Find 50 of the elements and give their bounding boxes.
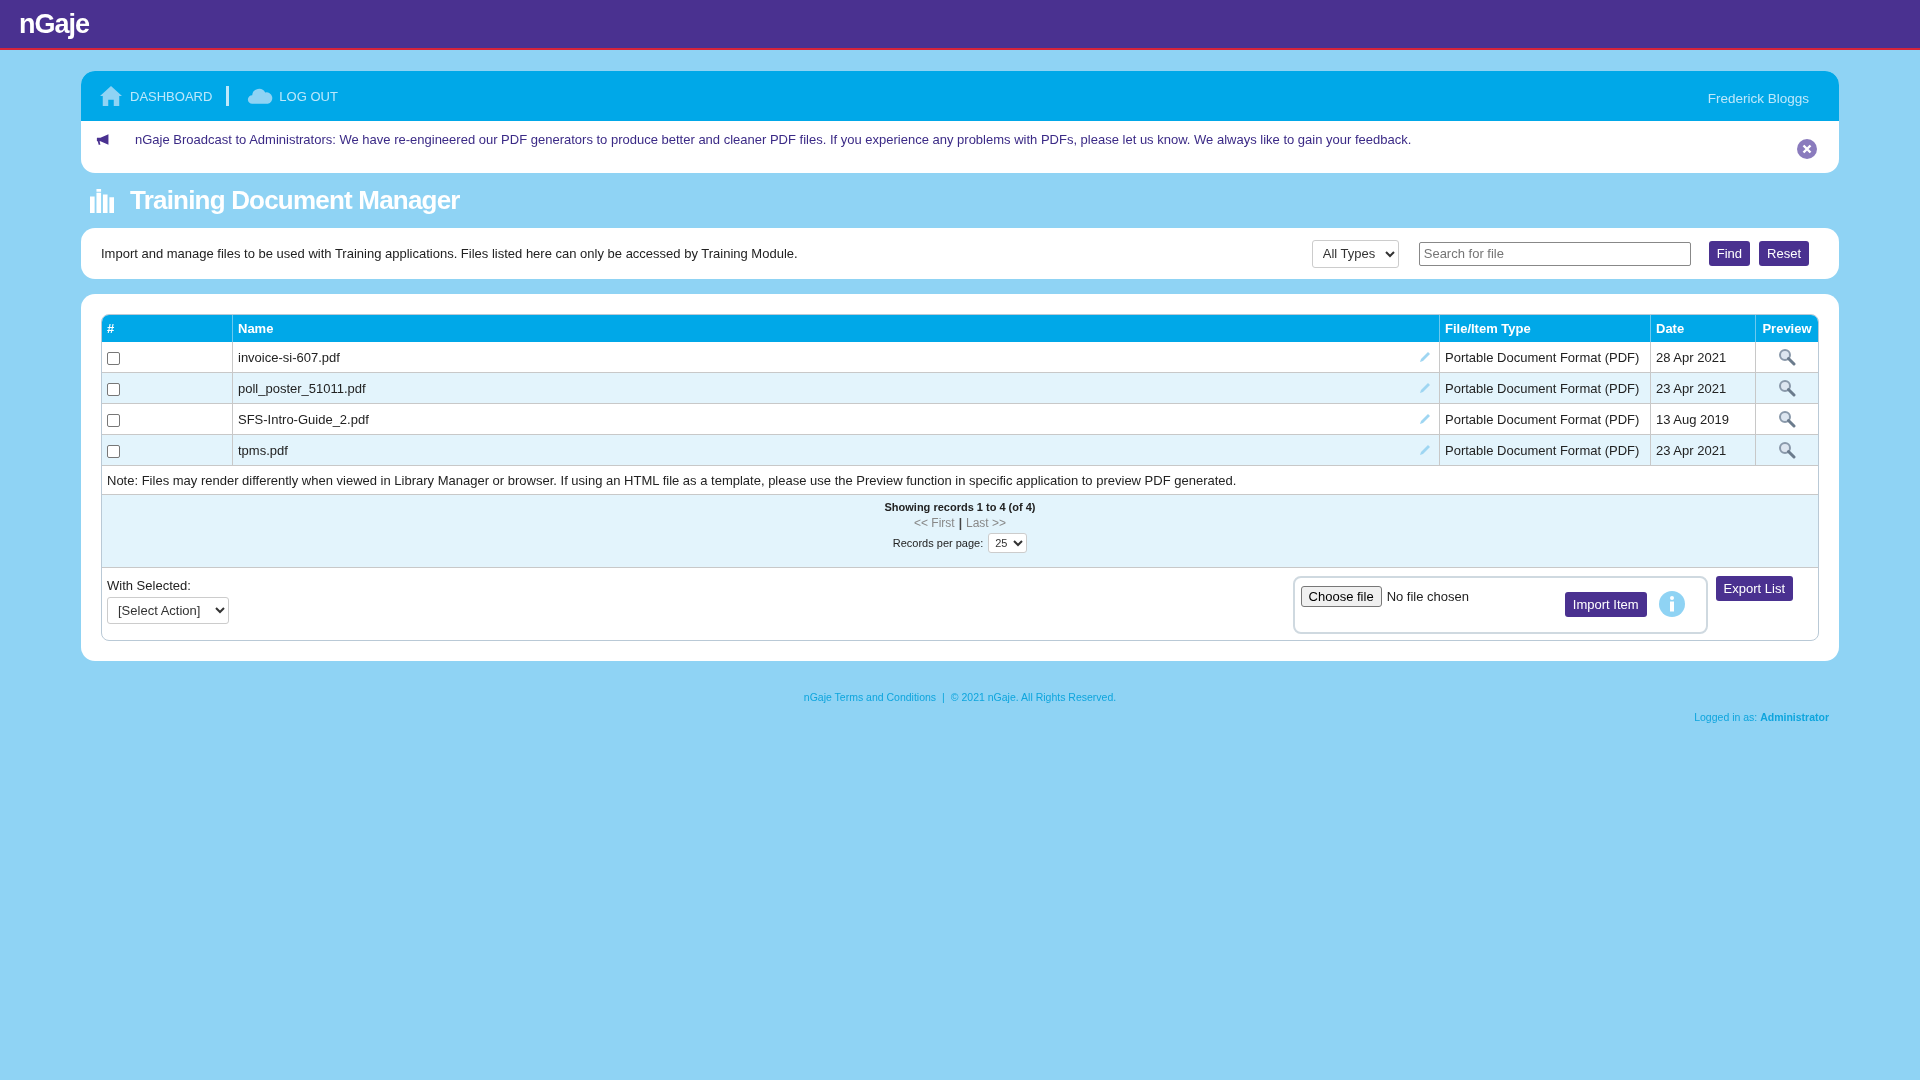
books-icon	[88, 188, 116, 213]
choose-file-button[interactable]: Choose file	[1300, 586, 1382, 607]
note-text: Note: Files may render differently when viewed in Library Manager or browser. If using an HTML file as a template, please use the Preview function in specific application to preview PDF generated.	[107, 472, 1237, 488]
file-type: Portable Document Format (PDF)	[1445, 411, 1640, 427]
intro-text: Import and manage files to be used with Training applications. Files listed here can only be accessed by Training Module.	[101, 246, 799, 261]
action-button[interactable]: Reset	[1759, 241, 1809, 266]
file-name[interactable]: tpms.pdf	[238, 442, 288, 458]
copyright-text: © 2021 nGaje. All Rights Reserved.	[950, 691, 1117, 703]
with-selected-label: With Selected:	[107, 578, 192, 593]
file-type: Portable Document Format (PDF)	[1445, 442, 1640, 458]
column-header: #	[102, 315, 233, 342]
row-checkbox[interactable]	[107, 444, 120, 458]
file-name[interactable]: SFS-Intro-Guide_2.pdf	[238, 411, 369, 427]
row-checkbox[interactable]	[107, 351, 120, 365]
column-header: File/Item Type	[1439, 315, 1651, 342]
search-icon[interactable]	[1778, 441, 1796, 459]
search-icon[interactable]	[1778, 379, 1796, 397]
type-filter-select[interactable]: All Types	[1311, 239, 1399, 268]
import-button[interactable]: Import Item	[1564, 592, 1647, 617]
page-title: Training Document Manager	[130, 185, 460, 216]
file-name[interactable]: poll_poster_51011.pdf	[238, 380, 366, 396]
logo[interactable]: nGaje	[19, 8, 90, 40]
house-icon	[98, 85, 124, 107]
file-status: No file chosen	[1386, 589, 1470, 604]
action-button[interactable]: Find	[1708, 241, 1751, 266]
file-date: 28 Apr 2021	[1656, 349, 1727, 365]
per-page-label: Records per page:	[892, 537, 984, 549]
file-date: 13 Aug 2019	[1656, 411, 1730, 427]
search-icon[interactable]	[1778, 348, 1796, 366]
column-header: Date	[1650, 315, 1756, 342]
search-icon[interactable]	[1778, 410, 1796, 428]
file-name[interactable]: invoice-si-607.pdf	[238, 349, 340, 365]
action-select[interactable]: [Select Action]	[107, 597, 229, 624]
file-type: Portable Document Format (PDF)	[1445, 380, 1640, 396]
export-button[interactable]: Export List	[1715, 576, 1793, 601]
search-field[interactable]: Search for file	[1418, 241, 1691, 266]
row-checkbox[interactable]	[107, 382, 120, 396]
file-type: Portable Document Format (PDF)	[1445, 349, 1640, 365]
file-date: 23 Apr 2021	[1656, 380, 1727, 396]
records-summary: Showing records 1 to 4 (of 4)	[884, 501, 1036, 513]
column-header: Preview	[1755, 315, 1818, 342]
column-header: Name	[232, 315, 1440, 342]
broadcast-message: nGaje Broadcast to Administrators: We have re-engineered our PDF generators to produce better and cleaner PDF files. If you experience any problems with PDFs, please let us know. We always like to gain your feedback.	[135, 131, 1413, 149]
file-date: 23 Apr 2021	[1656, 442, 1727, 458]
logged-in-text: Logged in as: Administrator	[1694, 711, 1829, 723]
close-icon[interactable]	[1797, 139, 1817, 159]
row-checkbox[interactable]	[107, 413, 120, 427]
separator-text: |	[942, 691, 945, 703]
per-page-select[interactable]: 25	[988, 533, 1028, 553]
separator-text: |	[958, 516, 962, 530]
